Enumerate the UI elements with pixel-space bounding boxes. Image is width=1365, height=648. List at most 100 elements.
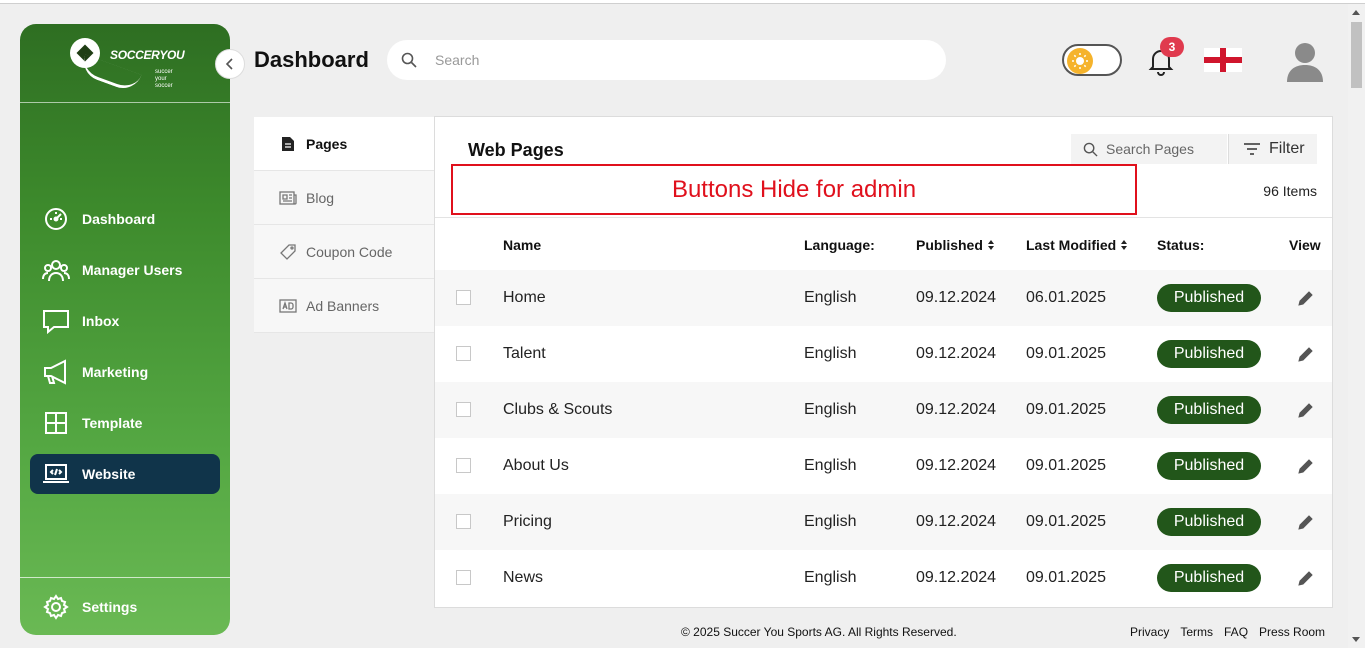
- search-icon: [1083, 142, 1098, 157]
- cell-language: English: [804, 345, 857, 362]
- subnav-item-coupon-code[interactable]: Coupon Code: [254, 225, 434, 279]
- cell-last-modified: 09.01.2025: [1026, 457, 1107, 474]
- users-icon: [42, 256, 70, 284]
- cell-published: 09.12.2024: [916, 401, 997, 418]
- cell-last-modified: 09.01.2025: [1026, 401, 1107, 418]
- table-row[interactable]: News English 09.12.2024 09.01.2025 Publi…: [435, 550, 1332, 606]
- footer-link-terms[interactable]: Terms: [1180, 625, 1213, 639]
- table-body: Home English 09.12.2024 06.01.2025 Publi…: [435, 270, 1332, 606]
- pencil-icon: [1298, 291, 1313, 306]
- footer-link-privacy[interactable]: Privacy: [1130, 625, 1169, 639]
- sidebar-item-inbox[interactable]: Inbox: [30, 301, 220, 341]
- search-pages[interactable]: [1071, 134, 1227, 164]
- column-header-name: Name: [503, 237, 542, 253]
- search-pages-input[interactable]: [1106, 141, 1216, 157]
- status-badge: Published: [1157, 396, 1261, 424]
- table-row[interactable]: Home English 09.12.2024 06.01.2025 Publi…: [435, 270, 1332, 326]
- table-row[interactable]: Pricing English 09.12.2024 09.01.2025 Pu…: [435, 494, 1332, 550]
- sidebar-item-template[interactable]: Template: [30, 403, 220, 443]
- chat-icon: [42, 307, 70, 335]
- subnav-item-label: Blog: [306, 189, 335, 206]
- sidebar-item-marketing[interactable]: Marketing: [30, 352, 220, 392]
- search-input[interactable]: [435, 52, 915, 68]
- column-header-label: Last Modified: [1026, 237, 1117, 253]
- sidebar-item-label: Website: [82, 466, 136, 482]
- england-flag-icon[interactable]: [1204, 48, 1242, 72]
- cell-published: 09.12.2024: [916, 345, 997, 362]
- web-pages-panel: Web Pages Filter Buttons Hide for admin …: [434, 116, 1333, 608]
- search-icon: [401, 52, 417, 68]
- subnav-item-pages[interactable]: Pages: [254, 117, 434, 171]
- cell-language: English: [804, 513, 857, 530]
- column-header-label: Published: [916, 237, 983, 253]
- table-row[interactable]: About Us English 09.12.2024 09.01.2025 P…: [435, 438, 1332, 494]
- column-header-published[interactable]: Published: [916, 237, 995, 253]
- notification-badge: 3: [1160, 37, 1184, 57]
- row-checkbox[interactable]: [456, 514, 471, 529]
- row-checkbox[interactable]: [456, 346, 471, 361]
- scroll-up-icon[interactable]: [1352, 10, 1360, 15]
- newspaper-icon: [278, 188, 298, 208]
- global-search[interactable]: [387, 40, 946, 80]
- sidebar-item-manager-users[interactable]: Manager Users: [30, 250, 220, 290]
- theme-toggle[interactable]: [1062, 44, 1122, 76]
- subnav-item-ad-banners[interactable]: Ad Banners: [254, 279, 434, 333]
- row-checkbox[interactable]: [456, 402, 471, 417]
- cell-published: 09.12.2024: [916, 569, 997, 586]
- sidebar-item-website[interactable]: Website: [30, 454, 220, 494]
- table-row[interactable]: Clubs & Scouts English 09.12.2024 09.01.…: [435, 382, 1332, 438]
- avatar[interactable]: [1285, 40, 1325, 82]
- cell-name: Talent: [503, 345, 546, 362]
- copyright: © 2025 Succer You Sports AG. All Rights …: [681, 625, 957, 639]
- logo-text: SOCCERYOU: [110, 48, 185, 62]
- tag-icon: [278, 242, 298, 262]
- row-checkbox[interactable]: [456, 570, 471, 585]
- footer-link-faq[interactable]: FAQ: [1224, 625, 1248, 639]
- ad-icon: [278, 296, 298, 316]
- edit-button[interactable]: [1295, 455, 1317, 477]
- status-badge: Published: [1157, 564, 1261, 592]
- footer-link-press-room[interactable]: Press Room: [1259, 625, 1325, 639]
- chevron-left-icon: [225, 58, 233, 70]
- settings-label: Settings: [82, 598, 138, 615]
- table-row[interactable]: Talent English 09.12.2024 09.01.2025 Pub…: [435, 326, 1332, 382]
- window-top-border: [0, 0, 1365, 4]
- scroll-down-icon[interactable]: [1352, 637, 1360, 642]
- sidebar-item-label: Inbox: [82, 313, 120, 329]
- cell-language: English: [804, 401, 857, 418]
- document-icon: [278, 134, 298, 154]
- edit-button[interactable]: [1295, 399, 1317, 421]
- edit-button[interactable]: [1295, 511, 1317, 533]
- column-header-last-modified[interactable]: Last Modified: [1026, 237, 1128, 253]
- subnav-item-blog[interactable]: Blog: [254, 171, 434, 225]
- edit-button[interactable]: [1295, 343, 1317, 365]
- cell-name: Home: [503, 289, 546, 306]
- filter-button[interactable]: Filter: [1228, 134, 1317, 164]
- annotation-box: Buttons Hide for admin: [451, 164, 1137, 215]
- sidebar-item-settings[interactable]: Settings: [20, 577, 230, 635]
- row-checkbox[interactable]: [456, 290, 471, 305]
- cell-last-modified: 09.01.2025: [1026, 513, 1107, 530]
- cell-last-modified: 09.01.2025: [1026, 345, 1107, 362]
- edit-button[interactable]: [1295, 567, 1317, 589]
- scroll-thumb[interactable]: [1351, 22, 1362, 88]
- megaphone-icon: [42, 358, 70, 386]
- pencil-icon: [1298, 459, 1313, 474]
- collapse-sidebar-button[interactable]: [215, 49, 245, 79]
- sidebar-item-dashboard[interactable]: Dashboard: [30, 199, 220, 239]
- pencil-icon: [1298, 571, 1313, 586]
- cell-published: 09.12.2024: [916, 513, 997, 530]
- status-badge: Published: [1157, 452, 1261, 480]
- edit-button[interactable]: [1295, 287, 1317, 309]
- sidebar-item-label: Marketing: [82, 364, 149, 380]
- row-checkbox[interactable]: [456, 458, 471, 473]
- sort-icon: [1121, 240, 1128, 250]
- cell-name: News: [503, 569, 544, 586]
- sun-icon: [1067, 48, 1093, 74]
- logo[interactable]: SOCCERYOU succer your soccer: [20, 24, 230, 103]
- pencil-icon: [1298, 403, 1313, 418]
- page-scrollbar[interactable]: [1348, 4, 1365, 648]
- filter-icon: [1243, 142, 1261, 156]
- cell-name: Pricing: [503, 513, 552, 530]
- cell-language: English: [804, 289, 857, 306]
